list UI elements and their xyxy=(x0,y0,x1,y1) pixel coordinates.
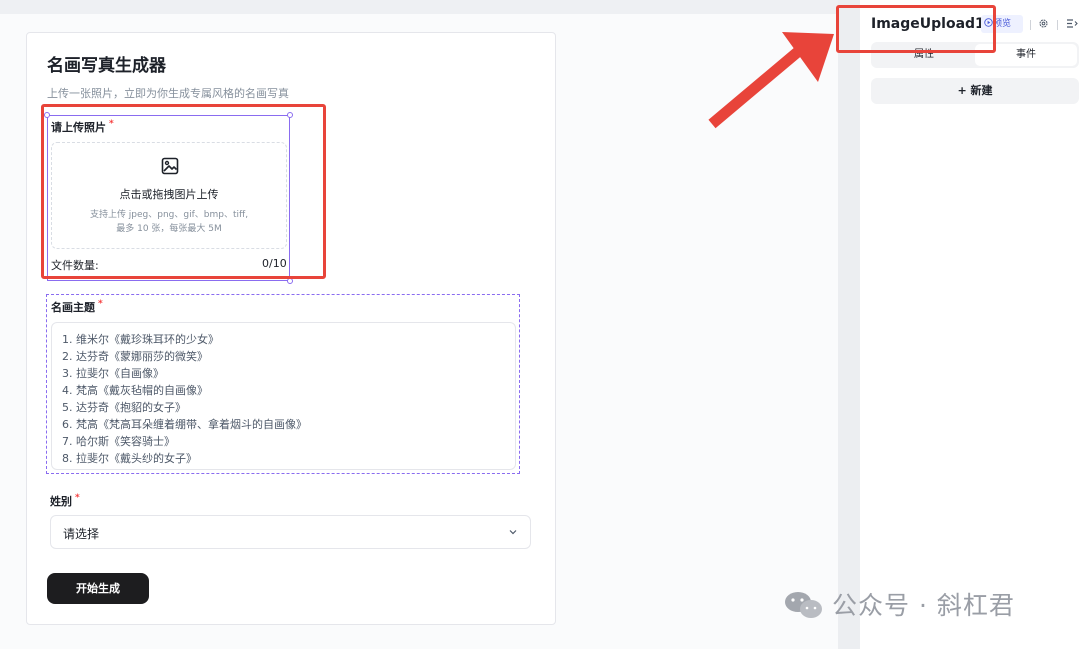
gear-icon[interactable] xyxy=(1038,18,1049,29)
theme-label-text: 名画主题 xyxy=(51,301,95,314)
annotation-highlight-title xyxy=(836,5,996,53)
annotation-highlight-upload xyxy=(41,104,326,279)
form-title: 名画写真生成器 xyxy=(47,56,166,76)
theme-line: 8. 拉斐尔《戴头纱的女子》 xyxy=(62,452,197,465)
form-subtitle: 上传一张照片，立即为你生成专属风格的名画写真 xyxy=(47,87,289,100)
theme-line: 5. 达芬奇《抱貂的女子》 xyxy=(62,401,186,414)
theme-line: 7. 哈尔斯《笑容骑士》 xyxy=(62,435,175,448)
theme-label: 名画主题 * xyxy=(51,299,103,315)
watermark-text: 公众号 · 斜杠君 xyxy=(832,591,1015,620)
canvas-top-bar xyxy=(0,0,838,14)
theme-line: 2. 达芬奇《蒙娜丽莎的微笑》 xyxy=(62,350,208,363)
theme-line: 1. 维米尔《戴珍珠耳环的少女》 xyxy=(62,333,219,346)
separator xyxy=(1057,20,1058,30)
theme-line: 3. 拉斐尔《自画像》 xyxy=(62,367,164,380)
new-event-button[interactable]: + 新建 xyxy=(871,78,1079,104)
collapse-menu-icon[interactable] xyxy=(1066,18,1078,29)
annotation-arrow xyxy=(708,32,834,129)
theme-line: 6. 梵高《梵高耳朵缠着绷带、拿着烟斗的自画像》 xyxy=(62,418,307,431)
gender-select[interactable]: 请选择 xyxy=(50,515,531,549)
gender-label: 姓别 * xyxy=(50,493,80,509)
separator xyxy=(1030,20,1031,30)
chevron-down-icon xyxy=(509,530,517,535)
theme-line: 4. 梵高《戴灰毡帽的自画像》 xyxy=(62,384,208,397)
gender-select-value: 请选择 xyxy=(63,527,100,541)
wechat-logo-icon xyxy=(785,592,822,618)
theme-textarea[interactable]: 1. 维米尔《戴珍珠耳环的少女》 2. 达芬奇《蒙娜丽莎的微笑》 3. 拉斐尔《… xyxy=(51,322,516,470)
panel-divider[interactable] xyxy=(838,0,860,649)
required-mark: * xyxy=(75,493,80,503)
required-mark: * xyxy=(98,299,103,309)
gender-label-text: 姓别 xyxy=(50,495,72,508)
start-generate-button[interactable]: 开始生成 xyxy=(47,573,149,604)
